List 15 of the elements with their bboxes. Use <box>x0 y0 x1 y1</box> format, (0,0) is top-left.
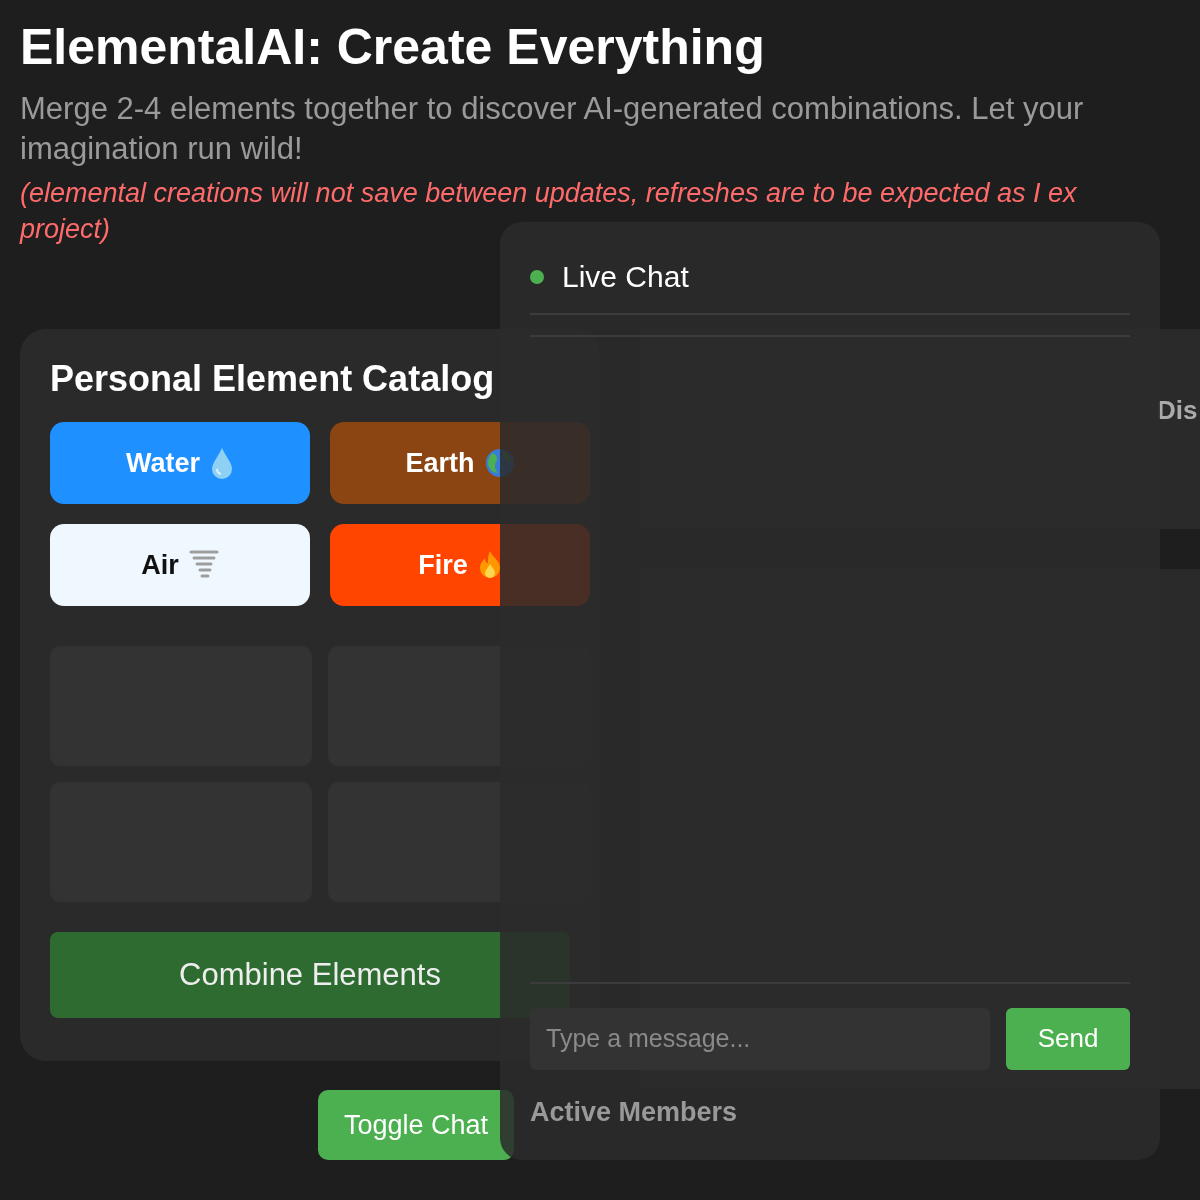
stat-label: Dis <box>1157 394 1199 427</box>
element-button[interactable]: Air <box>50 524 310 607</box>
flame-icon <box>477 550 502 581</box>
element-button[interactable]: Water <box>50 422 310 505</box>
send-button[interactable]: Send <box>1006 1007 1130 1070</box>
members-heading: Active Members <box>530 1095 739 1129</box>
catalog-title: Personal Element Catalog <box>50 357 496 401</box>
message-input[interactable]: Type a message... <box>530 1007 990 1070</box>
notice-text: project) <box>20 213 112 246</box>
notice-text: (elemental creations will not save between updates, refreshes are to be expected as I ex <box>20 177 1078 210</box>
page-title: ElementalAI: Create Everything <box>20 20 766 75</box>
chat-title: Live Chat <box>562 259 689 295</box>
droplet-icon <box>210 447 234 480</box>
intro-text: imagination run wild! <box>20 130 304 168</box>
intro-text: Merge 2-4 elements together to discover AI-generated combinations. Let your <box>20 90 1085 128</box>
